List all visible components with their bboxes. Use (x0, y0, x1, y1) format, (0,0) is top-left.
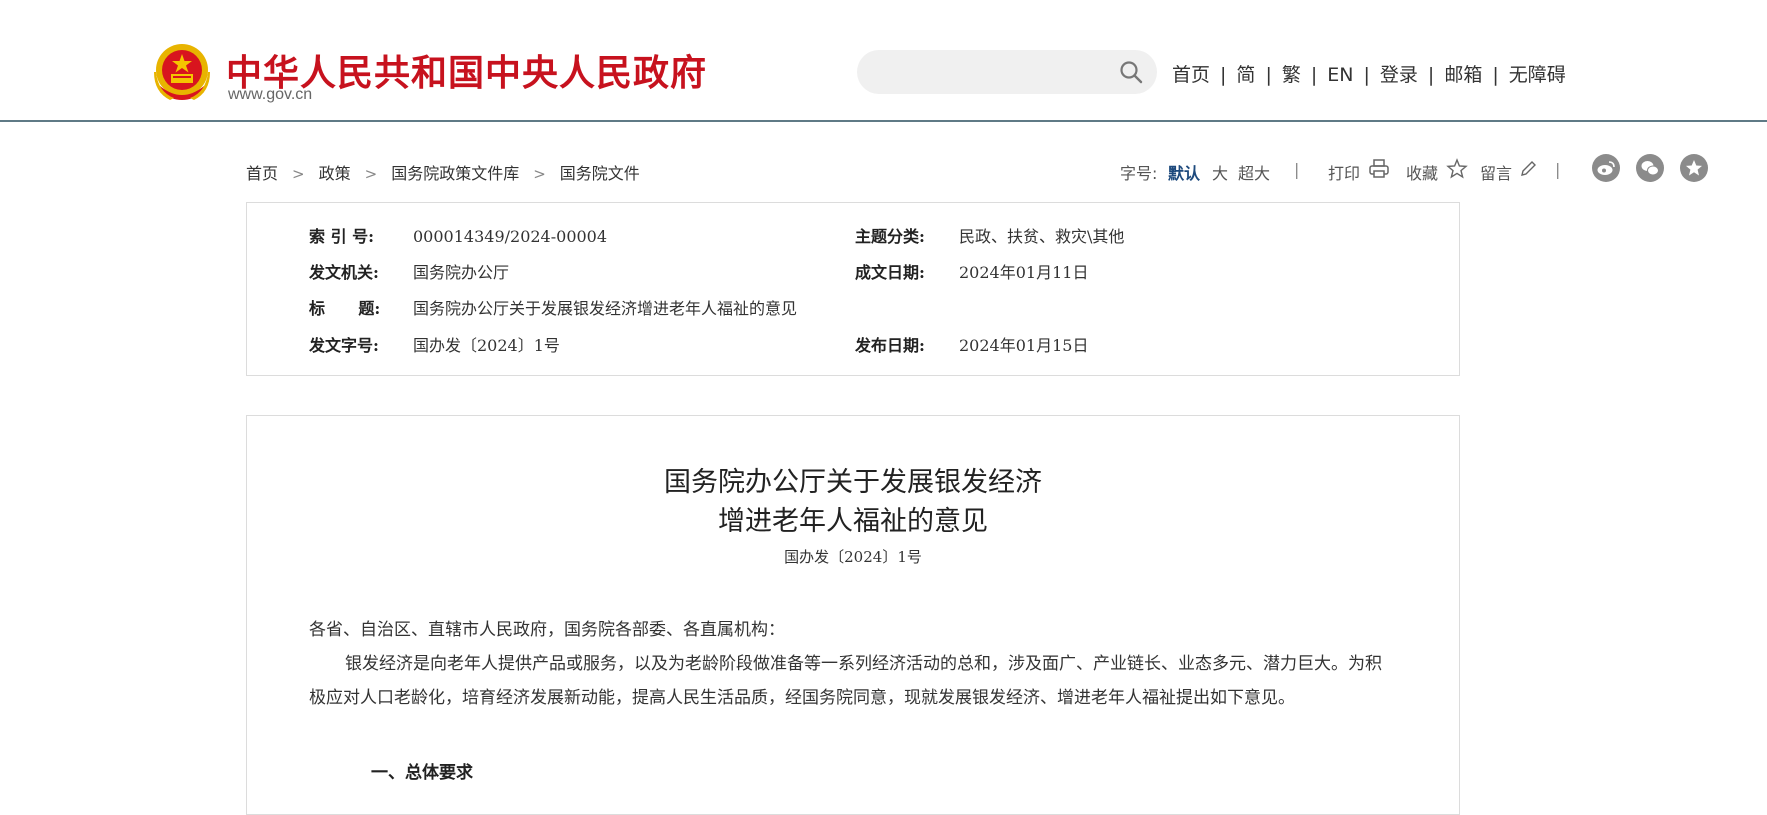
meta-created-label: 成文日期: (855, 263, 925, 282)
article-title-line1: 国务院办公厅关于发展银发经济 (664, 467, 1042, 498)
article-body: 国务院办公厅关于发展银发经济 增进老年人福祉的意见 国办发〔2024〕1号 各省… (246, 415, 1460, 815)
breadcrumb-home[interactable]: 首页 (246, 164, 278, 183)
tools-separator: | (1555, 160, 1561, 179)
meta-published: 发布日期: 2024年01月15日 (855, 332, 1088, 356)
comment-button[interactable]: 留言 (1480, 160, 1512, 184)
nav-home[interactable]: 首页 (1172, 64, 1210, 86)
print-button[interactable]: 打印 (1328, 160, 1360, 184)
meta-index: 索 引 号: 000014349/2024-00004 (309, 223, 607, 247)
font-size-large[interactable]: 大 (1212, 160, 1228, 184)
top-nav: 首页 | 简 | 繁 | EN | 登录 | 邮箱 | 无障碍 (1172, 60, 1566, 87)
meta-docno-label: 发文字号: (309, 336, 379, 355)
nav-mailbox[interactable]: 邮箱 (1444, 64, 1482, 86)
tools-separator: | (1294, 160, 1300, 179)
document-meta-box: 索 引 号: 000014349/2024-00004 主题分类: 民政、扶贫、救灾… (246, 202, 1460, 376)
meta-index-label: 索 引 号: (309, 227, 375, 246)
chevron-right-icon: > (533, 165, 546, 183)
nav-separator: | (1363, 64, 1370, 86)
breadcrumb: 首页 > 政策 > 国务院政策文件库 > 国务院文件 (246, 160, 640, 184)
meta-topic-label: 主题分类: (855, 227, 925, 246)
font-size-xlarge[interactable]: 超大 (1238, 160, 1270, 184)
meta-issuer: 发文机关: 国务院办公厅 (309, 259, 509, 283)
article-doc-number: 国办发〔2024〕1号 (784, 548, 922, 566)
chevron-right-icon: > (292, 165, 305, 183)
meta-index-value: 000014349/2024-00004 (413, 227, 608, 246)
favorite-star-icon[interactable] (1680, 154, 1708, 182)
site-url[interactable]: www.gov.cn (228, 86, 312, 104)
breadcrumb-toolbar: 首页 > 政策 > 国务院政策文件库 > 国务院文件 字号: 默认 大 超大 | 打印 收藏… (246, 150, 1708, 190)
breadcrumb-state-council-docs[interactable]: 国务院文件 (560, 164, 640, 183)
meta-published-value: 2024年01月15日 (959, 336, 1089, 355)
meta-issuer-value: 国务院办公厅 (413, 263, 510, 282)
site-header: 中华人民共和国中央人民政府 www.gov.cn 首页 | 简 | 繁 | EN | 登录 | 邮箱… (0, 0, 1767, 121)
breadcrumb-policy-library[interactable]: 国务院政策文件库 (391, 164, 519, 183)
nav-separator: | (1492, 64, 1499, 86)
nav-login[interactable]: 登录 (1380, 64, 1418, 86)
chevron-right-icon: > (364, 165, 378, 183)
article-paragraph: 银发经济是向老年人提供产品或服务，以及为老龄阶段做准备等一系列经济活动的总和，涉… (309, 654, 1382, 708)
nav-accessibility[interactable]: 无障碍 (1509, 64, 1566, 86)
pencil-icon[interactable] (1518, 156, 1538, 180)
national-emblem-icon[interactable] (152, 42, 212, 105)
nav-separator: | (1310, 64, 1318, 86)
font-size-default[interactable]: 默认 (1168, 160, 1200, 184)
nav-english[interactable]: EN (1327, 64, 1353, 86)
meta-docno: 发文字号: 国办发〔2024〕1号 (309, 332, 560, 356)
article-title-line2: 增进老年人福祉的意见 (718, 506, 988, 537)
meta-created: 成文日期: 2024年01月11日 (855, 259, 1088, 283)
meta-title: 标 题: 国务院办公厅关于发展银发经济增进老年人福祉的意见 (309, 295, 797, 319)
breadcrumb-policy[interactable]: 政策 (319, 164, 351, 183)
meta-created-value: 2024年01月11日 (959, 263, 1089, 282)
meta-title-value: 国务院办公厅关于发展银发经济增进老年人福祉的意见 (413, 299, 798, 318)
weibo-icon[interactable] (1592, 154, 1620, 182)
header-divider (0, 120, 1767, 122)
meta-title-label: 标 题: (309, 299, 381, 318)
nav-simplified[interactable]: 简 (1236, 64, 1255, 86)
search-box[interactable] (857, 50, 1157, 94)
printer-icon[interactable] (1368, 156, 1390, 180)
nav-separator: | (1220, 64, 1227, 86)
meta-topic: 主题分类: 民政、扶贫、救灾\其他 (855, 223, 1124, 247)
search-icon[interactable] (1119, 60, 1143, 84)
meta-published-label: 发布日期: (855, 336, 925, 355)
star-icon[interactable] (1446, 156, 1468, 180)
meta-topic-value: 民政、扶贫、救灾\其他 (959, 227, 1125, 246)
wechat-icon[interactable] (1636, 154, 1664, 182)
nav-separator: | (1427, 64, 1435, 86)
section-heading: 一、总体要求 (371, 763, 473, 783)
favorite-button[interactable]: 收藏 (1406, 160, 1438, 184)
nav-traditional[interactable]: 繁 (1282, 64, 1301, 86)
font-size-label: 字号: (1120, 164, 1158, 183)
article-salutation: 各省、自治区、直辖市人民政府，国务院各部委、各直属机构： (309, 620, 785, 640)
meta-docno-value: 国办发〔2024〕1号 (413, 336, 560, 355)
nav-separator: | (1265, 64, 1272, 86)
meta-issuer-label: 发文机关: (309, 263, 379, 282)
